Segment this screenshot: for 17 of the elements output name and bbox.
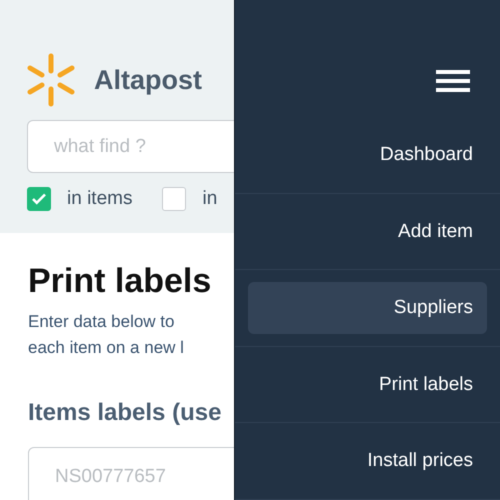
description-text: Enter data below to each item on a new l: [28, 311, 185, 359]
menu-item[interactable]: Dashboard: [248, 129, 487, 181]
checkbox[interactable]: [27, 187, 51, 211]
menu-item[interactable]: Suppliers: [248, 282, 487, 334]
app-title: Altapost: [94, 64, 202, 96]
sku-field[interactable]: NS00777657: [28, 447, 234, 500]
menu-icon[interactable]: [436, 70, 470, 92]
menu-item[interactable]: Add item: [248, 206, 487, 258]
checkbox-label: in items: [67, 188, 132, 210]
page-title: Print labels: [28, 261, 212, 301]
menu-item[interactable]: Print labels: [248, 358, 487, 411]
logo-icon: [27, 53, 75, 107]
menu-item[interactable]: Install prices: [248, 435, 487, 488]
checkbox[interactable]: [162, 187, 186, 211]
checkbox-label: in: [202, 188, 218, 210]
field-label: Items labels (use: [28, 399, 222, 427]
search-field[interactable]: what find ?: [27, 120, 234, 173]
